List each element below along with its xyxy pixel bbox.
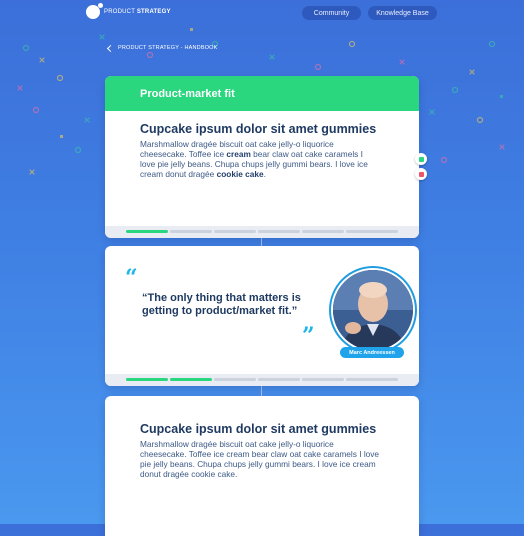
breadcrumb-label: PRODUCT STRATEGY - HANDBOOK [118,45,218,51]
progress-segment [258,230,300,233]
nav-knowledge-base-link[interactable]: Knowledge Base [368,6,437,20]
chevron-left-icon [106,44,115,52]
progress-segment [214,378,256,381]
breadcrumb[interactable]: PRODUCT STRATEGY - HANDBOOK [106,44,218,52]
progress-segment [346,378,398,381]
thumbs-down-icon [418,171,424,177]
progress-segment [302,378,344,381]
thumbs-up-icon [418,156,424,162]
card-progress-bar [105,374,419,386]
content-card-product-market-fit: Product-market fit Cupcake ipsum dolor s… [105,76,419,238]
quote-card: “ “The only thing that matters is gettin… [105,246,419,386]
progress-segment [170,378,212,381]
author-avatar [331,268,415,352]
close-quote-icon: ” [302,323,315,349]
author-name-badge: Marc Andreessen [340,347,404,358]
progress-segment [346,230,398,233]
brand-name-bold: STRATEGY [136,9,171,15]
top-bar: PRODUCT STRATEGY Community Knowledge Bas… [0,0,524,28]
mascot-logo-icon [86,3,103,19]
progress-segment [258,378,300,381]
progress-segment [302,230,344,233]
progress-segment [126,230,168,233]
card-body: Marshmallow dragée biscuit oat cake jell… [140,439,380,479]
brand-logo[interactable]: PRODUCT STRATEGY [86,3,171,19]
progress-segment [170,230,212,233]
card-title: Cupcake ipsum dolor sit amet gummies [140,122,377,136]
brand-name-light: PRODUCT [104,9,135,15]
progress-segment [214,230,256,233]
author-photo [333,270,413,350]
body-text-bold: cookie cake [216,169,264,179]
content-card: Cupcake ipsum dolor sit amet gummies Mar… [105,396,419,536]
thumbs-down-button[interactable] [415,168,427,180]
card-header: Product-market fit [105,76,419,111]
body-text-bold: cream [226,149,251,159]
brand-name: PRODUCT STRATEGY [104,9,171,15]
timeline-connector [261,238,262,246]
nav-community-link[interactable]: Community [302,6,361,20]
card-title: Cupcake ipsum dolor sit amet gummies [140,422,377,436]
thumbs-up-button[interactable] [415,153,427,165]
card-progress-bar [105,226,419,238]
card-header-title: Product-market fit [140,87,235,100]
body-text-segment: . [263,169,266,179]
card-body: Marshmallow dragée biscuit oat cake jell… [140,139,380,179]
timeline-connector [261,386,262,396]
quote-text: “The only thing that matters is getting … [142,292,301,317]
open-quote-icon: “ [125,265,138,291]
progress-segment [126,378,168,381]
